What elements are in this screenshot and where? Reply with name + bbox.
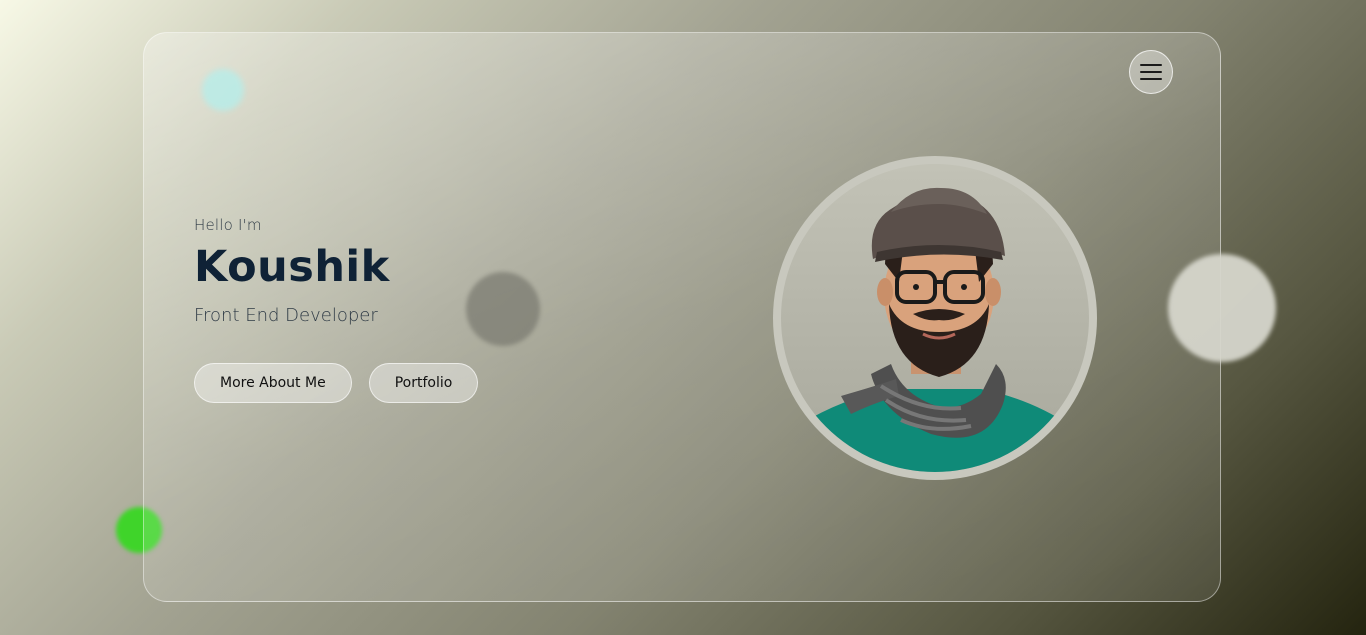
hero-intro: Hello I'm Koushik Front End Developer	[194, 216, 390, 326]
greeting-text: Hello I'm	[194, 216, 262, 234]
hero-role: Front End Developer	[194, 305, 378, 327]
decorative-dark-orb	[466, 272, 540, 346]
more-about-me-button[interactable]: More About Me	[194, 363, 352, 403]
hero-actions: More About Me Portfolio	[194, 363, 479, 403]
decorative-light-orb	[1168, 254, 1276, 362]
menu-button[interactable]	[1129, 50, 1173, 94]
portfolio-button[interactable]: Portfolio	[368, 363, 479, 403]
profile-photo-illustration	[801, 187, 1071, 472]
profile-photo	[781, 164, 1089, 472]
profile-photo-frame	[773, 156, 1097, 480]
hero-name: Koushik	[194, 242, 390, 292]
hamburger-menu-icon	[1140, 64, 1162, 80]
